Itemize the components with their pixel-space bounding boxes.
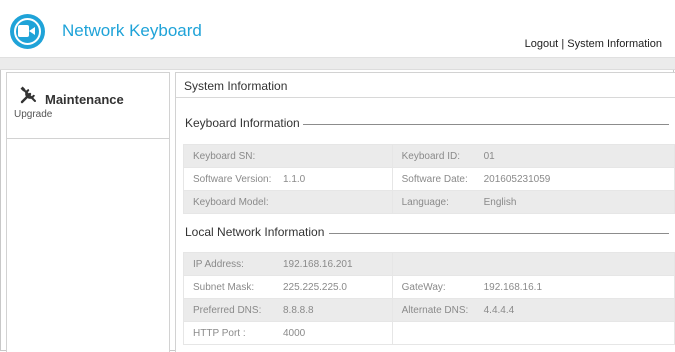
main-panel: System Information Keyboard Information …: [175, 72, 675, 352]
section-heading-keyboard: Keyboard Information: [185, 116, 300, 130]
ip-address-value: 192.168.16.201: [283, 258, 353, 270]
ip-address-label: IP Address:: [193, 258, 244, 270]
subnet-mask-label: Subnet Mask:: [193, 281, 255, 293]
network-info-table: IP Address: 192.168.16.201 Subnet Mask: 22…: [183, 252, 675, 345]
keyboard-id-label: Keyboard ID:: [401, 150, 460, 162]
sidebar-heading-maintenance[interactable]: Maintenance: [45, 92, 124, 107]
tools-icon: [20, 86, 36, 104]
alternate-dns-label: Alternate DNS:: [401, 304, 469, 316]
table-row: Subnet Mask: 225.225.225.0 GateWay: 192.16…: [183, 275, 675, 299]
preferred-dns-value: 8.8.8.8: [283, 304, 314, 316]
software-date-label: Software Date:: [401, 173, 468, 185]
sidebar: Maintenance Upgrade: [6, 72, 170, 352]
camera-logo-icon: [10, 14, 45, 49]
language-label: Language:: [401, 196, 449, 208]
keyboard-info-table: Keyboard SN: Keyboard ID: 01 Software Ver…: [183, 144, 675, 214]
table-row: IP Address: 192.168.16.201: [183, 252, 675, 276]
logout-link[interactable]: Logout: [525, 38, 559, 50]
sidebar-divider: [7, 138, 169, 139]
section-rule-keyboard: [303, 124, 669, 125]
keyboard-model-label: Keyboard Model:: [193, 196, 269, 208]
app-title: Network Keyboard: [62, 21, 202, 40]
app-header: Network Keyboard Logout | System Informa…: [0, 0, 675, 57]
alternate-dns-value: 4.4.4.4: [483, 304, 515, 316]
table-row: Software Version: 1.1.0 Software Date: 201…: [183, 167, 675, 191]
table-row: Keyboard Model: Language: English: [183, 190, 675, 214]
keyboard-id-value: 01: [483, 150, 495, 162]
title-divider: [176, 97, 675, 98]
software-version-label: Software Version:: [193, 173, 272, 185]
gateway-label: GateWay:: [401, 281, 446, 293]
table-row: Keyboard SN: Keyboard ID: 01: [183, 144, 675, 168]
table-row: HTTP Port : 4000: [183, 321, 675, 345]
system-information-link[interactable]: System Information: [567, 38, 662, 50]
section-heading-network: Local Network Information: [185, 225, 325, 239]
table-row: Preferred DNS: 8.8.8.8 Alternate DNS: 4.4.…: [183, 298, 675, 322]
software-version-value: 1.1.0: [283, 173, 306, 185]
page-title: System Information: [184, 79, 288, 93]
header-divider-band: [0, 57, 675, 70]
http-port-label: HTTP Port :: [193, 327, 246, 339]
keyboard-sn-label: Keyboard SN:: [193, 150, 256, 162]
section-rule-network: [329, 233, 669, 234]
top-links: Logout | System Information: [525, 38, 662, 50]
sidebar-item-upgrade[interactable]: Upgrade: [7, 109, 169, 127]
gateway-value: 192.168.16.1: [483, 281, 543, 293]
subnet-mask-value: 225.225.225.0: [283, 281, 347, 293]
software-date-value: 201605231059: [483, 173, 551, 185]
http-port-value: 4000: [283, 327, 306, 339]
language-value: English: [483, 196, 517, 208]
preferred-dns-label: Preferred DNS:: [193, 304, 262, 316]
link-separator: |: [561, 38, 565, 50]
